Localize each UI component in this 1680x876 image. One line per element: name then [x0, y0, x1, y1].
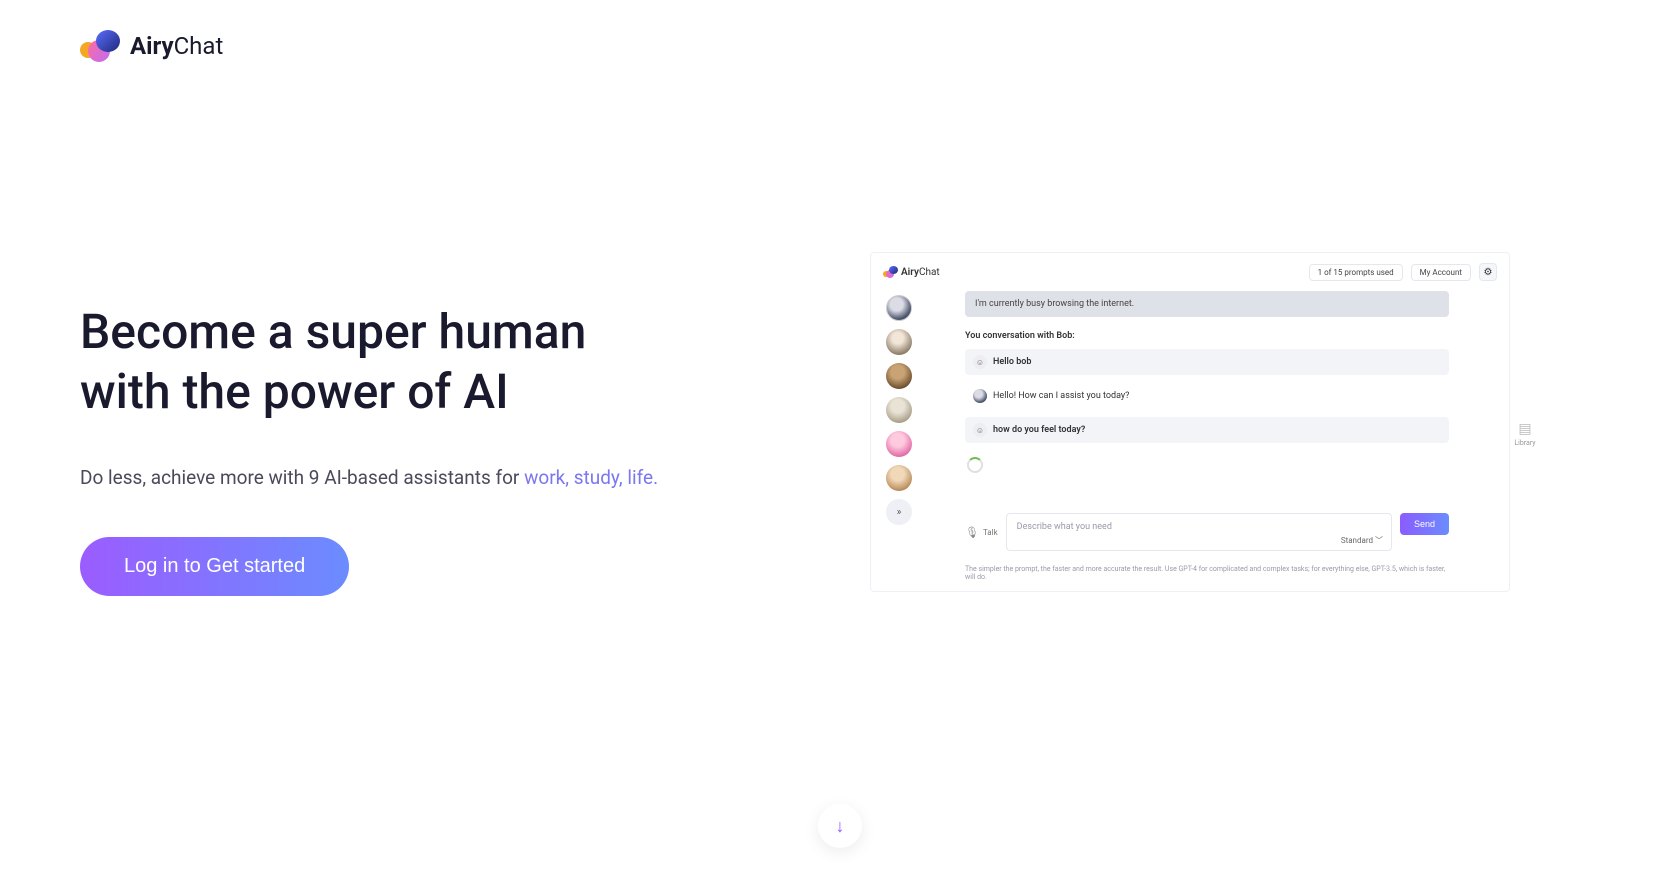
model-label: Standard — [1341, 536, 1373, 545]
user-avatar-icon: ☺ — [973, 355, 987, 369]
assistant-avatar[interactable] — [886, 465, 912, 491]
prompt-placeholder: Describe what you need — [1017, 522, 1112, 532]
user-avatar-icon: ☺ — [973, 423, 987, 437]
hero-copy: Become a super human with the power of A… — [80, 252, 720, 596]
chevron-down-icon: ﹀ — [1375, 536, 1383, 545]
chat-message-assistant: Hello! How can I assist you today? — [965, 383, 1449, 409]
account-link[interactable]: My Account — [1411, 264, 1471, 281]
chevrons-right-icon: » — [897, 507, 902, 518]
assistant-avatar[interactable] — [886, 431, 912, 457]
assistant-avatar[interactable] — [886, 363, 912, 389]
mock-topbar-right: 1 of 15 prompts used My Account ⚙ — [1309, 263, 1497, 281]
model-selector[interactable]: Standard ﹀ — [1341, 535, 1383, 546]
hero-sub-prefix: Do less, achieve more with 9 AI-based as… — [80, 466, 524, 489]
assistant-avatar-icon — [973, 389, 987, 403]
mock-body: » I'm currently busy browsing the intern… — [883, 291, 1497, 581]
loading-spinner-icon — [967, 457, 983, 473]
product-screenshot: AiryChat 1 of 15 prompts used My Account… — [870, 252, 1510, 592]
usage-badge: 1 of 15 prompts used — [1309, 264, 1403, 281]
login-cta-button[interactable]: Log in to Get started — [80, 537, 349, 596]
mock-brand: AiryChat — [883, 266, 940, 278]
book-icon: ▤ — [1505, 421, 1545, 437]
expand-rail-button[interactable]: » — [886, 499, 912, 525]
brand-light: Chat — [174, 32, 224, 60]
status-banner: I'm currently busy browsing the internet… — [965, 291, 1449, 317]
talk-label-text: Talk — [983, 528, 998, 537]
header: AiryChat — [0, 0, 1680, 92]
composer-hint: The simpler the prompt, the faster and m… — [965, 565, 1449, 581]
talk-mode[interactable]: 🎙 Talk — [965, 513, 998, 551]
library-label: Library — [1514, 439, 1535, 447]
assistant-avatar[interactable] — [886, 397, 912, 423]
brand-bold: Airy — [130, 32, 174, 60]
hero-title-line2: with the power of AI — [80, 363, 509, 420]
hero-subtitle: Do less, achieve more with 9 AI-based as… — [80, 466, 720, 489]
hero-title: Become a super human with the power of A… — [80, 302, 720, 422]
chat-message-user: ☺ how do you feel today? — [965, 417, 1449, 443]
mock-brand-light: Chat — [919, 267, 940, 278]
message-text: Hello! How can I assist you today? — [993, 391, 1129, 401]
message-text: how do you feel today? — [993, 425, 1085, 435]
brand-logo[interactable]: AiryChat — [80, 28, 223, 64]
chat-message-user: ☺ Hello bob — [965, 349, 1449, 375]
settings-button[interactable]: ⚙ — [1479, 263, 1497, 281]
scroll-down-button[interactable]: ↓ — [818, 804, 862, 848]
hero-sub-accent: work, study, life. — [524, 466, 658, 489]
assistant-avatar[interactable] — [886, 329, 912, 355]
cloud-logo-icon — [80, 28, 120, 64]
assistant-rail: » — [883, 291, 915, 581]
gear-icon: ⚙ — [1484, 267, 1493, 278]
mock-topbar: AiryChat 1 of 15 prompts used My Account… — [883, 263, 1497, 281]
cloud-logo-icon — [883, 266, 897, 278]
library-tab[interactable]: ▤ Library — [1505, 421, 1545, 447]
microphone-icon: 🎙 — [965, 526, 979, 539]
arrow-down-icon: ↓ — [836, 816, 845, 837]
hero-title-line1: Become a super human — [80, 303, 586, 360]
composer: 🎙 Talk Describe what you need Standard ﹀… — [965, 513, 1449, 551]
send-button[interactable]: Send — [1400, 513, 1449, 535]
hero-section: Become a super human with the power of A… — [0, 92, 1680, 596]
mock-brand-bold: Airy — [901, 267, 919, 278]
message-text: Hello bob — [993, 357, 1031, 367]
prompt-input[interactable]: Describe what you need Standard ﹀ — [1006, 513, 1392, 551]
brand-name: AiryChat — [130, 32, 223, 60]
mock-main: I'm currently busy browsing the internet… — [925, 291, 1497, 581]
conversation-label: You conversation with Bob: — [965, 331, 1449, 341]
assistant-avatar[interactable] — [886, 295, 912, 321]
hero-illustration: AiryChat 1 of 15 prompts used My Account… — [780, 252, 1600, 592]
